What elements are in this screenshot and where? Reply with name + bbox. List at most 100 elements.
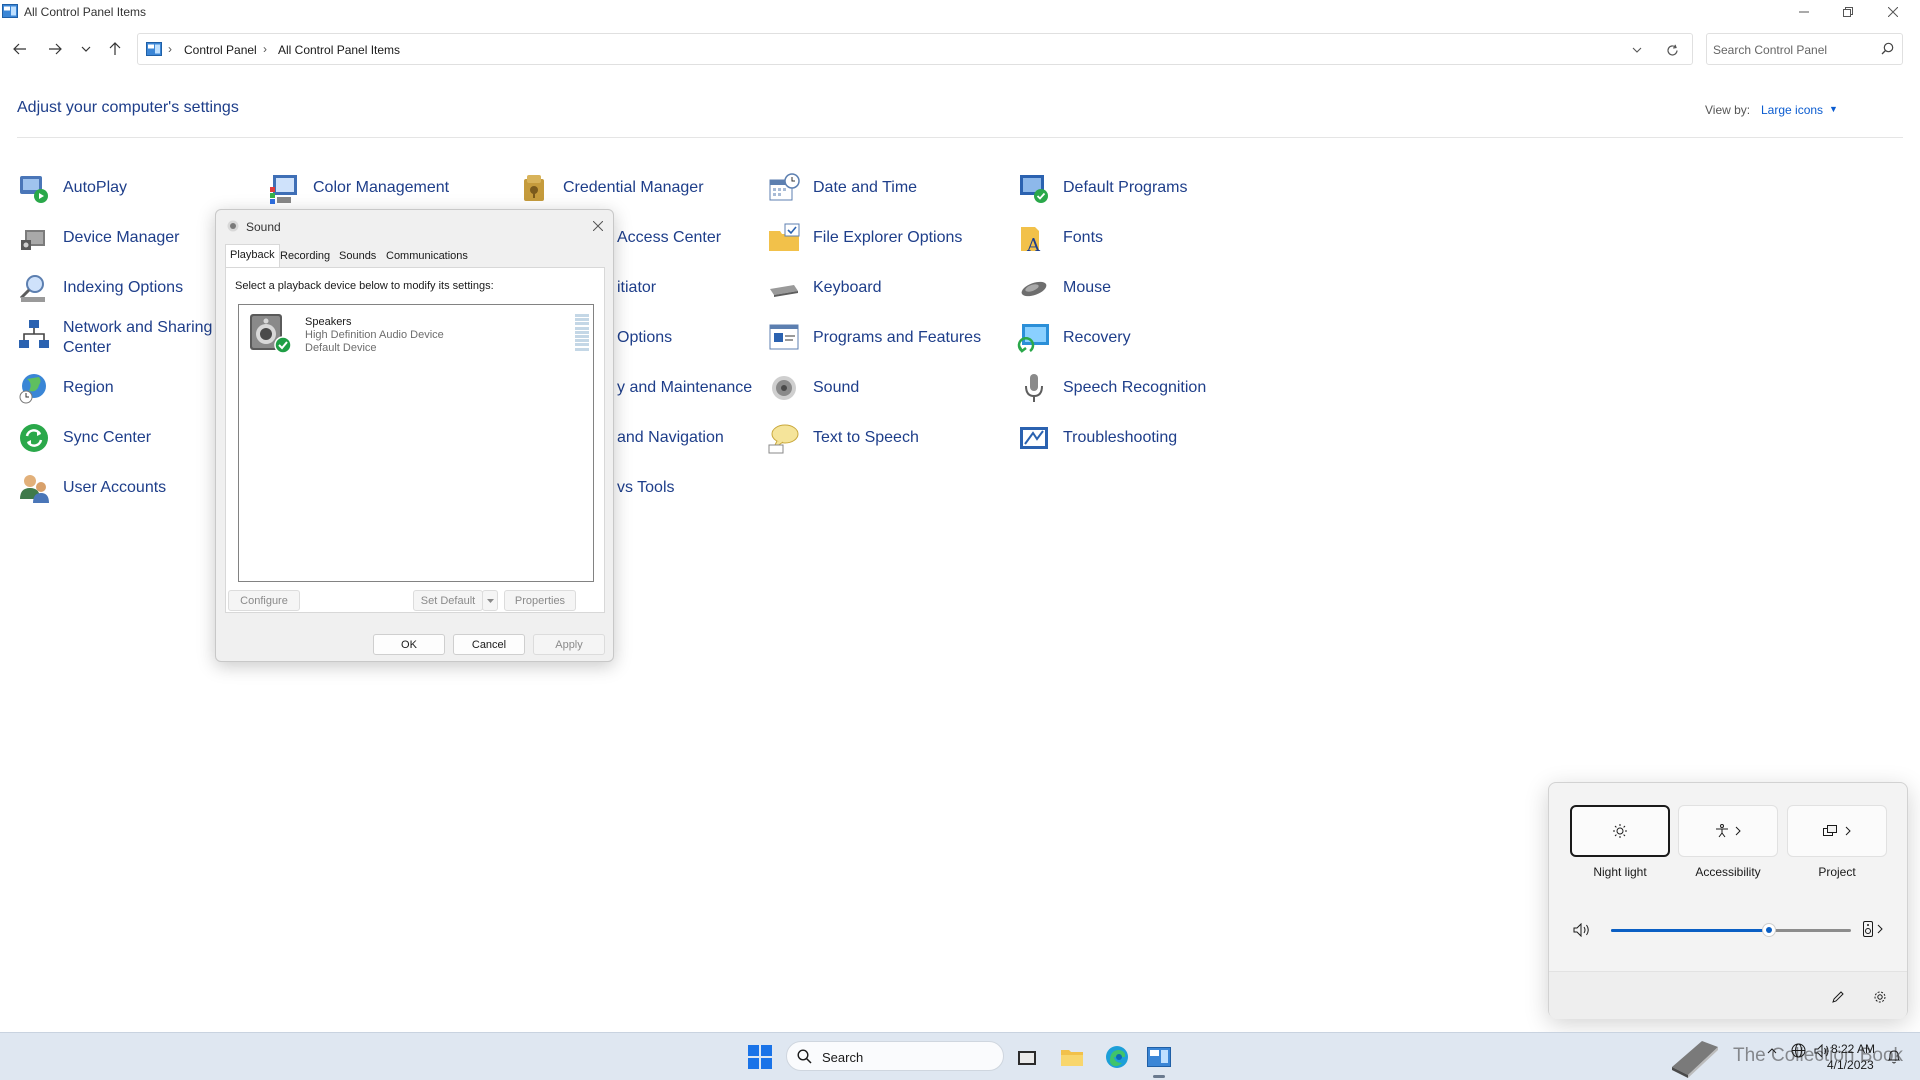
start-windows-icon[interactable]	[748, 1045, 772, 1069]
instructions-text: Select a playback device below to modify…	[235, 280, 494, 292]
cp-item-fonts[interactable]: A Fonts	[1017, 218, 1103, 258]
speakers-device-icon	[250, 314, 292, 354]
cp-item-network-sharing-center[interactable]: Network and Sharing Center	[17, 318, 212, 364]
back-button[interactable]	[10, 38, 30, 60]
edit-quick-settings-button[interactable]	[1827, 986, 1849, 1008]
cp-item-iscsi-initiator[interactable]: itiator	[617, 268, 656, 308]
file-explorer-button[interactable]	[1058, 1043, 1086, 1071]
audio-output-button[interactable]	[1863, 921, 1883, 937]
network-globe-icon[interactable]	[1791, 1043, 1806, 1058]
fonts-icon: A	[1021, 227, 1041, 255]
address-history-button[interactable]	[1627, 40, 1647, 60]
forward-button[interactable]	[45, 38, 65, 60]
volume-slider-fill	[1611, 929, 1770, 932]
chevron-up-icon[interactable]	[1767, 1047, 1777, 1054]
set-default-dropdown[interactable]	[482, 590, 498, 611]
night-light-toggle[interactable]	[1570, 805, 1670, 857]
breadcrumb-all-items[interactable]: All Control Panel Items	[278, 43, 400, 57]
cp-item-ease-of-access[interactable]: Access Center	[617, 218, 721, 258]
chevron-right-icon	[1845, 826, 1851, 836]
cp-item-pen-touch-navigation[interactable]: and Navigation	[617, 418, 724, 458]
clock-date[interactable]: 4/1/2023	[1827, 1058, 1874, 1072]
cp-item-date-time[interactable]: Date and Time	[767, 168, 917, 208]
keyboard-icon	[770, 285, 798, 297]
cp-item-user-accounts[interactable]: User Accounts	[17, 468, 166, 508]
up-button[interactable]	[105, 38, 125, 60]
volume-icon[interactable]	[1573, 923, 1591, 937]
apply-button[interactable]: Apply	[533, 634, 605, 655]
search-box[interactable]	[1706, 33, 1903, 65]
cp-item-windows-tools[interactable]: vs Tools	[617, 468, 675, 508]
microphone-icon	[1025, 374, 1043, 402]
list-item[interactable]: Speakers High Definition Audio Device De…	[242, 308, 590, 358]
sound-dialog: Sound Playback Recording Sounds Communic…	[215, 209, 614, 662]
cp-item-programs-features[interactable]: Programs and Features	[767, 318, 981, 358]
settings-button[interactable]	[1869, 986, 1891, 1008]
cp-item-sound[interactable]: Sound	[767, 368, 859, 408]
cp-item-autoplay[interactable]: AutoPlay	[17, 168, 127, 208]
cp-item-indexing-options[interactable]: Indexing Options	[17, 268, 183, 308]
tab-playback[interactable]: Playback	[225, 244, 280, 268]
recent-locations-button[interactable]	[76, 38, 96, 60]
cancel-button[interactable]: Cancel	[453, 634, 525, 655]
color-management-icon	[270, 175, 297, 204]
device-description: High Definition Audio Device	[305, 329, 444, 341]
cp-item-default-programs[interactable]: Default Programs	[1017, 168, 1188, 208]
cp-item-sync-center[interactable]: Sync Center	[17, 418, 151, 458]
system-tray[interactable]	[1767, 1043, 1830, 1058]
cp-item-text-to-speech[interactable]: Text to Speech	[767, 418, 919, 458]
flyout-footer	[1549, 971, 1907, 1019]
accessibility-tile[interactable]	[1678, 805, 1778, 857]
cp-item-region[interactable]: Region	[17, 368, 114, 408]
address-bar[interactable]: › Control Panel › All Control Panel Item…	[137, 33, 1693, 65]
cp-item-file-explorer-options[interactable]: File Explorer Options	[767, 218, 962, 258]
refresh-button[interactable]	[1662, 40, 1682, 60]
cp-item-phone-modem-options[interactable]: Options	[617, 318, 672, 358]
configure-button[interactable]: Configure	[228, 590, 300, 611]
project-display-icon	[1823, 825, 1837, 836]
project-tile[interactable]	[1787, 805, 1887, 857]
cp-item-troubleshooting[interactable]: Troubleshooting	[1017, 418, 1177, 458]
cp-item-speech-recognition[interactable]: Speech Recognition	[1017, 368, 1206, 408]
speaker-icon	[227, 220, 239, 232]
cp-item-keyboard[interactable]: Keyboard	[767, 268, 882, 308]
search-input[interactable]	[1713, 40, 1873, 60]
search-icon[interactable]	[1881, 42, 1894, 55]
credential-manager-icon	[524, 175, 544, 201]
taskbar: Search The Collection Book 8:22 AM 4/1/2…	[0, 1032, 1920, 1080]
clock-time[interactable]: 8:22 AM	[1831, 1042, 1875, 1056]
cp-item-mouse[interactable]: Mouse	[1017, 268, 1111, 308]
volume-slider[interactable]	[1611, 923, 1851, 937]
close-window-button[interactable]	[1870, 0, 1916, 23]
task-view-button[interactable]	[1013, 1043, 1041, 1071]
view-by-dropdown[interactable]: Large icons	[1761, 103, 1823, 117]
set-default-button[interactable]: Set Default	[413, 590, 483, 611]
ok-button[interactable]: OK	[373, 634, 445, 655]
dialog-title: Sound	[246, 220, 281, 234]
volume-icon[interactable]	[1814, 1043, 1830, 1058]
cp-item-color-management[interactable]: Color Management	[267, 168, 449, 208]
sync-icon	[20, 424, 48, 452]
cp-item-security-maintenance[interactable]: y and Maintenance	[617, 368, 752, 408]
dialog-close-button[interactable]	[588, 216, 608, 236]
control-panel-taskbar-button[interactable]	[1145, 1043, 1173, 1071]
minimize-button[interactable]	[1781, 0, 1827, 23]
device-list[interactable]: Speakers High Definition Audio Device De…	[238, 304, 594, 582]
volume-slider-thumb[interactable]	[1762, 923, 1777, 937]
breadcrumb-control-panel[interactable]: Control Panel	[184, 43, 257, 57]
cp-item-recovery[interactable]: Recovery	[1017, 318, 1131, 358]
taskbar-search[interactable]: Search	[786, 1041, 1004, 1071]
tab-recording[interactable]: Recording	[276, 246, 334, 268]
cp-item-device-manager[interactable]: Device Manager	[17, 218, 180, 258]
restore-button[interactable]	[1825, 0, 1871, 23]
task-view-icon	[1018, 1051, 1036, 1065]
tab-sounds[interactable]: Sounds	[335, 246, 380, 268]
properties-button[interactable]: Properties	[504, 590, 576, 611]
breadcrumb-chevron-icon[interactable]: ›	[263, 42, 267, 56]
breadcrumb-chevron-icon[interactable]: ›	[168, 42, 172, 56]
caret-down-icon[interactable]: ▼	[1829, 104, 1838, 114]
notifications-icon[interactable]	[1886, 1049, 1902, 1065]
tab-communications[interactable]: Communications	[382, 246, 472, 268]
edge-browser-button[interactable]	[1103, 1043, 1131, 1071]
cp-item-credential-manager[interactable]: Credential Manager	[517, 168, 704, 208]
